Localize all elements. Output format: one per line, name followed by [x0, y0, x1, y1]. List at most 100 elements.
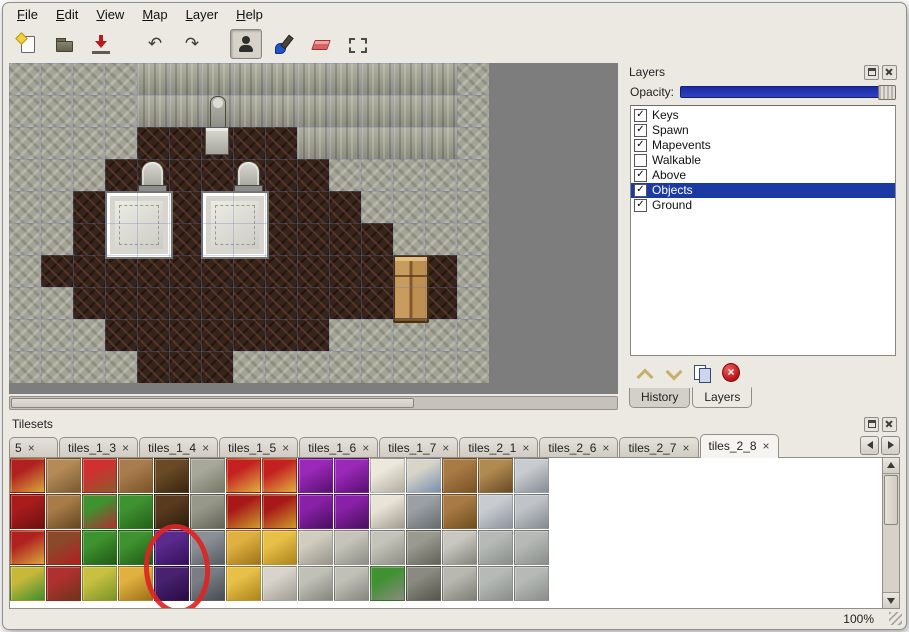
lower-layer-button[interactable] — [663, 363, 683, 383]
tile-dresser[interactable] — [442, 458, 477, 493]
tile-grid[interactable] — [10, 458, 882, 609]
tile-plant[interactable] — [118, 494, 153, 529]
select-tool-button[interactable] — [341, 29, 373, 59]
close-panel-icon[interactable] — [882, 65, 897, 80]
layer-checkbox[interactable]: ✓ — [634, 199, 647, 212]
open-button[interactable] — [48, 29, 80, 59]
tileset-vertical-scrollbar[interactable] — [882, 458, 899, 609]
save-button[interactable] — [85, 29, 117, 59]
close-tab-icon[interactable]: × — [28, 443, 35, 453]
tile-monument-low[interactable] — [442, 566, 477, 601]
tileset-tab-tiles_1_3[interactable]: tiles_1_3× — [59, 437, 138, 458]
tile-obelisk[interactable] — [370, 494, 405, 529]
tile-gargoyle[interactable] — [406, 530, 441, 565]
tile-blocks-4[interactable] — [514, 566, 549, 601]
tileset-tab-tiles_1_4[interactable]: tiles_1_4× — [139, 437, 218, 458]
layer-row-keys[interactable]: ✓Keys — [631, 108, 895, 123]
tile-angel-statue[interactable] — [334, 530, 369, 565]
tile-throne-purple-low-2[interactable] — [334, 494, 369, 529]
tile-bench[interactable] — [118, 458, 153, 493]
tile-pot-red[interactable] — [46, 566, 81, 601]
tile-crate[interactable] — [406, 494, 441, 529]
tile-banner-red[interactable] — [10, 458, 45, 493]
layer-checkbox[interactable]: ✓ — [634, 124, 647, 137]
tile-angel-statue-2[interactable] — [370, 530, 405, 565]
tile-shelf[interactable] — [442, 494, 477, 529]
redo-button[interactable]: ↷ — [176, 29, 208, 59]
map-canvas[interactable] — [9, 63, 618, 394]
tile-orb-stand[interactable] — [82, 458, 117, 493]
stamp-tool-button[interactable] — [230, 29, 262, 59]
tile-vase-plant[interactable] — [370, 566, 405, 601]
fill-tool-button[interactable] — [267, 29, 299, 59]
tile-rocks[interactable] — [262, 566, 297, 601]
tileset-tab-tiles_2_8[interactable]: tiles_2_8× — [700, 434, 779, 458]
tile-blocks[interactable] — [478, 530, 513, 565]
tileset-scrollbar-thumb[interactable] — [884, 475, 898, 525]
tile-armor[interactable] — [514, 458, 549, 493]
tileset-tab-tiles_1_5[interactable]: tiles_1_5× — [219, 437, 298, 458]
tile-door-gray-low[interactable] — [190, 566, 225, 601]
tile-throne-purple-low[interactable] — [298, 494, 333, 529]
close-tab-icon[interactable]: × — [763, 441, 770, 451]
scroll-down-button[interactable] — [883, 592, 899, 608]
close-tab-icon[interactable]: × — [522, 443, 529, 453]
tile-chest[interactable] — [478, 458, 513, 493]
tab-layers[interactable]: Layers — [692, 387, 752, 408]
float-panel-icon[interactable] — [864, 65, 879, 80]
tile-throne-red[interactable] — [226, 458, 261, 493]
tileset-tab-tiles_1_7[interactable]: tiles_1_7× — [379, 437, 458, 458]
close-panel-icon[interactable] — [882, 417, 897, 432]
close-tab-icon[interactable]: × — [442, 443, 449, 453]
tile-blocks-2[interactable] — [514, 530, 549, 565]
tile-throne-red-low-2[interactable] — [262, 494, 297, 529]
tile-statue-low[interactable] — [298, 566, 333, 601]
new-file-button[interactable] — [11, 29, 43, 59]
layer-row-mapevents[interactable]: ✓Mapevents — [631, 138, 895, 153]
menu-view[interactable]: View — [88, 5, 132, 24]
tile-wardrobe-low[interactable] — [154, 494, 189, 529]
tile-throne-red-low[interactable] — [226, 494, 261, 529]
menu-edit[interactable]: Edit — [48, 5, 86, 24]
layer-row-spawn[interactable]: ✓Spawn — [631, 123, 895, 138]
tile-gold-pile-2[interactable] — [226, 566, 261, 601]
close-tab-icon[interactable]: × — [202, 443, 209, 453]
tileset-tab-tiles_2_6[interactable]: tiles_2_6× — [539, 437, 618, 458]
tile-gargoyle-low[interactable] — [406, 566, 441, 601]
tile-banner-red-2[interactable] — [10, 530, 45, 565]
menu-file[interactable]: File — [9, 5, 46, 24]
tile-blocks-3[interactable] — [478, 566, 513, 601]
layer-row-walkable[interactable]: Walkable — [631, 153, 895, 168]
opacity-slider-handle[interactable] — [878, 85, 896, 100]
tileset-tab-5[interactable]: 5× — [9, 437, 58, 458]
menu-map[interactable]: Map — [134, 5, 175, 24]
delete-layer-button[interactable]: × — [721, 363, 741, 383]
layer-checkbox[interactable]: ✓ — [634, 169, 647, 182]
resize-grip[interactable] — [889, 612, 902, 625]
tile-statue-low-2[interactable] — [334, 566, 369, 601]
close-tab-icon[interactable]: × — [682, 443, 689, 453]
opacity-slider[interactable] — [680, 86, 896, 98]
tile-door-purple-low[interactable] — [154, 566, 189, 601]
tile-arch-low[interactable] — [190, 494, 225, 529]
menu-layer[interactable]: Layer — [178, 5, 227, 24]
tile-banner-red-low[interactable] — [10, 494, 45, 529]
tile-gold-pile[interactable] — [262, 530, 297, 565]
scroll-tabs-right-button[interactable] — [881, 436, 900, 455]
tab-history[interactable]: History — [629, 388, 690, 408]
tile-wardrobe-top[interactable] — [154, 458, 189, 493]
tileset-tab-tiles_1_6[interactable]: tiles_1_6× — [299, 437, 378, 458]
layer-checkbox[interactable]: ✓ — [634, 109, 647, 122]
layer-checkbox[interactable] — [634, 154, 647, 167]
scroll-tabs-left-button[interactable] — [860, 436, 879, 455]
close-tab-icon[interactable]: × — [282, 443, 289, 453]
tile-bookshelf[interactable] — [46, 530, 81, 565]
map-scrollbar-thumb[interactable] — [11, 398, 414, 408]
eraser-tool-button[interactable] — [304, 29, 336, 59]
tile-pillar-white[interactable] — [370, 458, 405, 493]
tile-plant-3[interactable] — [118, 530, 153, 565]
tile-armor-3[interactable] — [514, 494, 549, 529]
tile-door-gray[interactable] — [190, 530, 225, 565]
layer-checkbox[interactable]: ✓ — [634, 139, 647, 152]
raise-layer-button[interactable] — [634, 363, 654, 383]
